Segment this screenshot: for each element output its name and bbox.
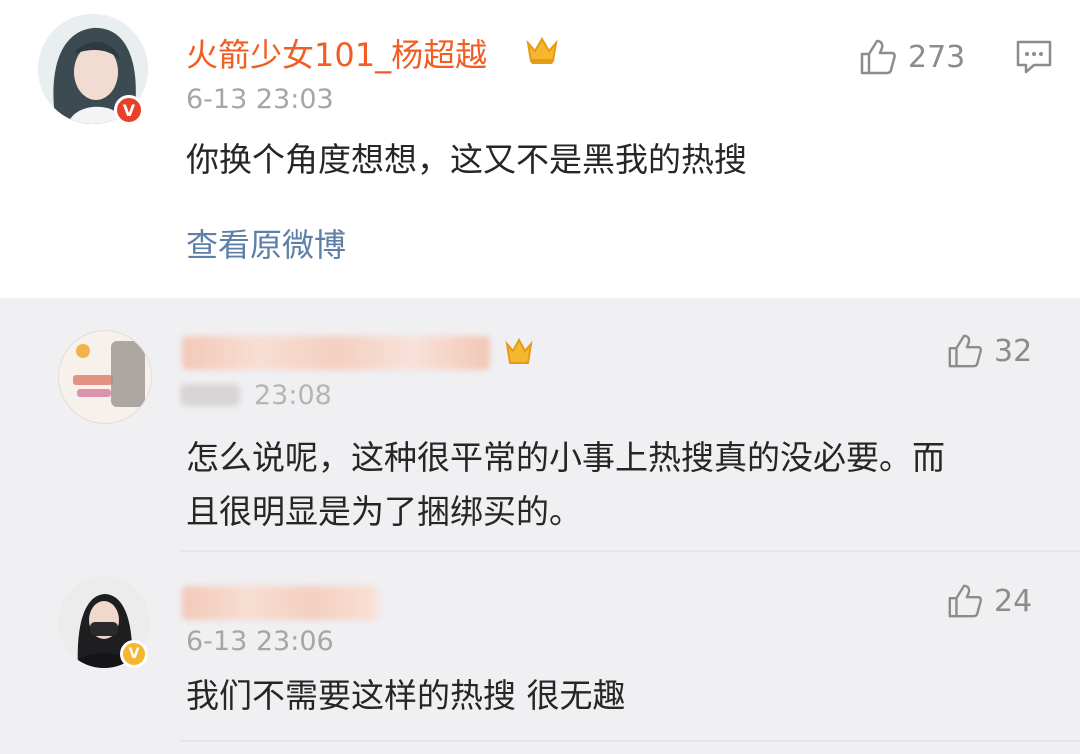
comment-text-line2: 且很明显是为了捆绑买的。 — [186, 492, 582, 531]
comment-divider — [180, 740, 1080, 742]
original-post: V 火箭少女101_杨超越 6-13 23:03 你换个角度想想，这又不是黑我的… — [0, 0, 1080, 298]
post-username[interactable]: 火箭少女101_杨超越 — [186, 30, 487, 76]
post-text: 你换个角度想想，这又不是黑我的热搜 — [186, 140, 747, 179]
verified-badge-icon: V — [114, 95, 144, 125]
comment-like-count: 32 — [994, 333, 1033, 369]
comment-time: 23:08 — [254, 380, 332, 411]
verified-badge-icon: V — [120, 640, 148, 668]
thumbs-up-icon — [948, 584, 982, 618]
comment-divider — [180, 550, 1080, 552]
redacted-username — [182, 336, 490, 370]
redacted-date — [180, 384, 240, 406]
comment-avatar[interactable] — [58, 330, 152, 424]
thumbs-up-icon — [948, 334, 982, 368]
comment-icon[interactable] — [1014, 38, 1054, 76]
comment-time: 6-13 23:06 — [186, 626, 334, 657]
post-like-button[interactable]: 273 — [858, 37, 965, 77]
view-original-link[interactable]: 查看原微博 — [186, 220, 346, 266]
vip-crown-icon — [526, 37, 558, 64]
comment-list: 23:08 怎么说呢，这种很平常的小事上热搜真的没必要。而 且很明显是为了捆绑买… — [0, 298, 1080, 754]
vip-badge-icon — [505, 337, 533, 364]
comment-like-count: 24 — [994, 583, 1033, 619]
post-time: 6-13 23:03 — [186, 84, 334, 115]
comment-like-button[interactable]: 32 — [946, 332, 1032, 370]
comment-text: 我们不需要这样的热搜 很无趣 — [186, 676, 626, 715]
comment-like-button[interactable]: 24 — [946, 582, 1032, 620]
redacted-username — [182, 586, 378, 620]
post-like-count: 273 — [908, 39, 966, 75]
thumbs-up-icon — [860, 39, 896, 75]
